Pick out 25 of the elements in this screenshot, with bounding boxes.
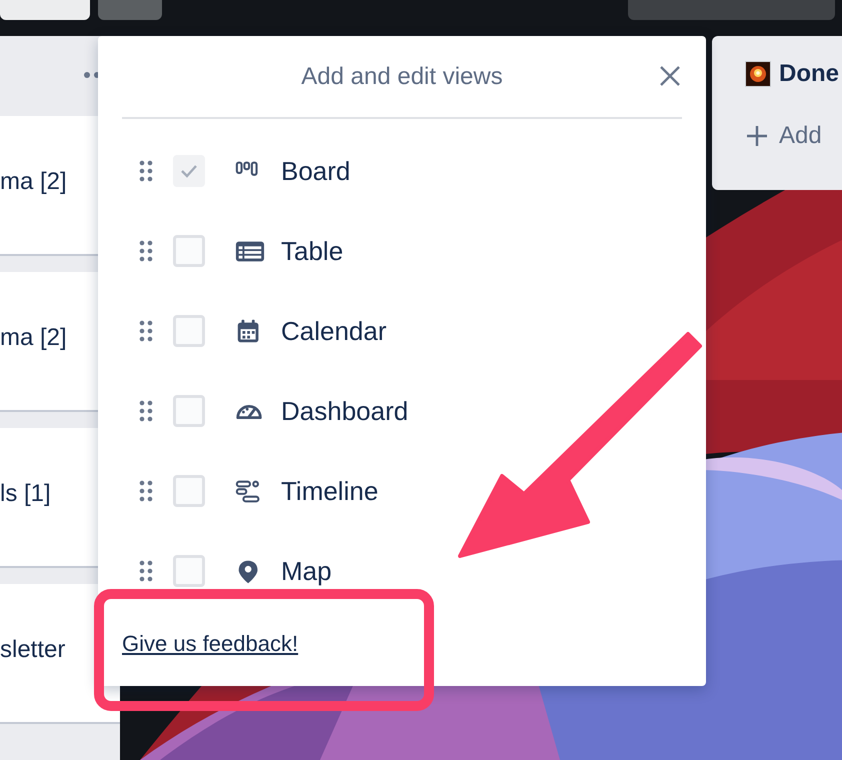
view-label: Dashboard [281,396,408,426]
checkbox[interactable] [173,395,205,427]
drag-handle-icon[interactable] [139,560,153,582]
sparkler-icon [745,61,771,87]
feedback-link[interactable]: Give us feedback! [122,631,298,657]
view-label: Map [281,556,332,586]
checkbox[interactable] [173,315,205,347]
view-label: Calendar [281,316,387,346]
drag-handle-icon[interactable] [139,480,153,502]
close-button[interactable] [658,64,682,88]
drag-handle-icon[interactable] [139,400,153,422]
view-label: Table [281,236,344,266]
list-title: Done [779,60,839,88]
view-label: Board [281,156,350,186]
view-label: Timeline [281,476,378,506]
plus-icon [745,124,769,148]
drag-handle-icon[interactable] [139,160,153,182]
checkbox[interactable] [173,555,205,587]
drag-handle-icon[interactable] [139,240,153,262]
checkbox[interactable] [173,475,205,507]
check-icon [180,163,198,179]
checkbox[interactable] [173,235,205,267]
dialog-title: Add and edit views [301,62,503,90]
add-card-button[interactable]: Add [745,122,822,150]
drag-handle-icon[interactable] [139,320,153,342]
